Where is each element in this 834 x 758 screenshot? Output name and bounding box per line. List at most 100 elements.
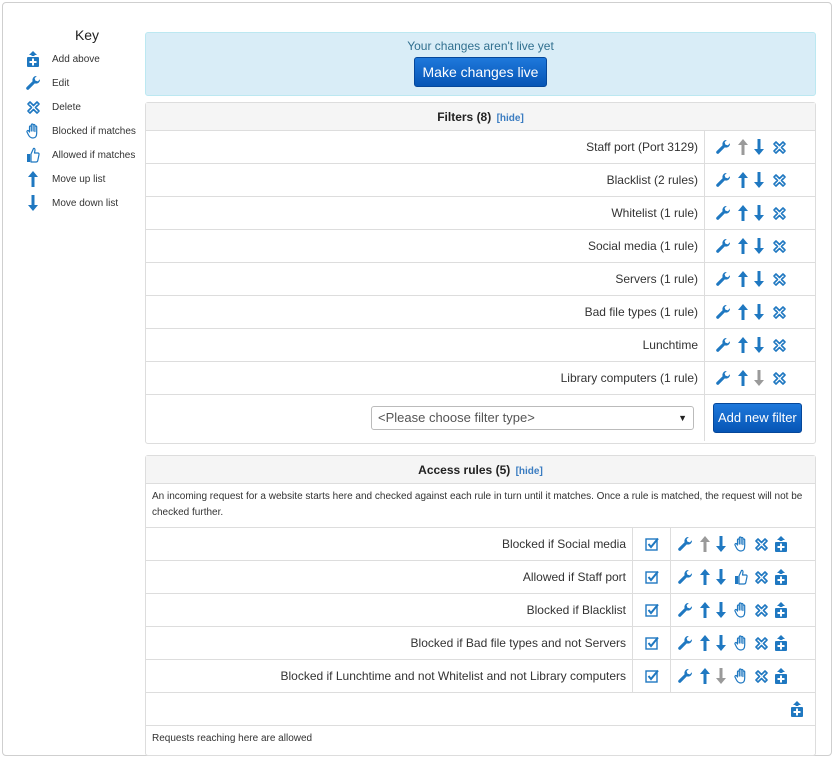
delete-rule-icon[interactable] bbox=[753, 668, 769, 684]
make-changes-live-button[interactable]: Make changes live bbox=[413, 57, 548, 87]
block-hand-stop-icon[interactable] bbox=[733, 668, 749, 684]
move-up-arrow-icon[interactable] bbox=[697, 635, 713, 651]
rule-enabled-checkbox-icon[interactable] bbox=[644, 569, 660, 585]
rule-row: Blocked if Blacklist bbox=[146, 594, 815, 627]
add-rule-row bbox=[146, 693, 815, 726]
key-title: Key bbox=[74, 27, 100, 43]
key-item-label: Delete bbox=[52, 101, 81, 113]
delete-rule-icon[interactable] bbox=[753, 635, 769, 651]
key-item: Add above bbox=[25, 47, 141, 71]
move-down-arrow-icon[interactable] bbox=[713, 569, 729, 585]
edit-rule-wrench-icon[interactable] bbox=[677, 602, 693, 618]
rule-enabled-cell bbox=[633, 528, 671, 560]
move-up-arrow-icon bbox=[697, 536, 713, 552]
filters-header: Filters (8) [hide] bbox=[146, 103, 815, 131]
delete-filter-icon[interactable] bbox=[771, 271, 787, 287]
edit-rule-wrench-icon[interactable] bbox=[677, 635, 693, 651]
move-down-arrow-icon[interactable] bbox=[751, 304, 767, 320]
edit-filter-wrench-icon[interactable] bbox=[715, 172, 731, 188]
move-down-arrow-icon[interactable] bbox=[751, 172, 767, 188]
add-above-icon[interactable] bbox=[773, 668, 789, 684]
move-down-arrow-icon[interactable] bbox=[751, 139, 767, 155]
move-down-arrow-icon bbox=[751, 370, 767, 386]
move-up-arrow-icon[interactable] bbox=[735, 304, 751, 320]
block-hand-stop-icon[interactable] bbox=[733, 536, 749, 552]
filters-hide-link[interactable]: [hide] bbox=[497, 113, 524, 124]
move-down-arrow-icon[interactable] bbox=[751, 337, 767, 353]
filter-row: Blacklist (2 rules) bbox=[146, 164, 815, 197]
filter-name: Lunchtime bbox=[146, 329, 705, 361]
move-down-arrow-icon[interactable] bbox=[713, 536, 729, 552]
add-above-icon[interactable] bbox=[773, 635, 789, 651]
alert-text: Your changes aren't live yet bbox=[407, 39, 554, 53]
hand-stop-icon bbox=[25, 123, 41, 139]
key-item-label: Add above bbox=[52, 53, 100, 65]
move-down-arrow-icon[interactable] bbox=[751, 271, 767, 287]
delete-filter-icon[interactable] bbox=[771, 370, 787, 386]
edit-rule-wrench-icon[interactable] bbox=[677, 569, 693, 585]
block-hand-stop-icon[interactable] bbox=[733, 602, 749, 618]
filters-title: Filters bbox=[437, 110, 474, 124]
edit-filter-wrench-icon[interactable] bbox=[715, 337, 731, 353]
move-down-arrow-icon[interactable] bbox=[713, 635, 729, 651]
key-item-label: Blocked if matches bbox=[52, 125, 136, 137]
move-up-arrow-icon[interactable] bbox=[697, 569, 713, 585]
rule-name: Blocked if Bad file types and not Server… bbox=[146, 627, 633, 659]
edit-filter-wrench-icon[interactable] bbox=[715, 205, 731, 221]
delete-rule-icon[interactable] bbox=[753, 569, 769, 585]
rule-enabled-checkbox-icon[interactable] bbox=[644, 668, 660, 684]
rule-enabled-checkbox-icon[interactable] bbox=[644, 536, 660, 552]
rule-enabled-checkbox-icon[interactable] bbox=[644, 602, 660, 618]
delete-icon bbox=[25, 99, 41, 115]
move-up-arrow-icon[interactable] bbox=[735, 271, 751, 287]
arrow-up-icon bbox=[25, 171, 41, 187]
key-item: Edit bbox=[25, 71, 141, 95]
filter-actions bbox=[705, 362, 815, 394]
move-up-arrow-icon[interactable] bbox=[697, 602, 713, 618]
edit-filter-wrench-icon[interactable] bbox=[715, 139, 731, 155]
edit-rule-wrench-icon[interactable] bbox=[677, 536, 693, 552]
allow-thumbs-up-icon[interactable] bbox=[733, 569, 749, 585]
move-up-arrow-icon[interactable] bbox=[735, 370, 751, 386]
edit-filter-wrench-icon[interactable] bbox=[715, 370, 731, 386]
edit-filter-wrench-icon[interactable] bbox=[715, 271, 731, 287]
access-rules-panel: Access rules (5) [hide] An incoming requ… bbox=[145, 455, 816, 756]
move-up-arrow-icon[interactable] bbox=[697, 668, 713, 684]
add-above-icon[interactable] bbox=[773, 602, 789, 618]
move-up-arrow-icon[interactable] bbox=[735, 172, 751, 188]
move-down-arrow-icon[interactable] bbox=[751, 205, 767, 221]
edit-filter-wrench-icon[interactable] bbox=[715, 304, 731, 320]
rule-actions bbox=[671, 594, 815, 626]
key-legend: Key Add above Edit Delete Blocked if mat… bbox=[25, 25, 141, 215]
delete-rule-icon[interactable] bbox=[753, 536, 769, 552]
filter-name: Social media (1 rule) bbox=[146, 230, 705, 262]
delete-filter-icon[interactable] bbox=[771, 172, 787, 188]
add-new-filter-button[interactable]: Add new filter bbox=[713, 403, 802, 433]
block-hand-stop-icon[interactable] bbox=[733, 635, 749, 651]
delete-rule-icon[interactable] bbox=[753, 602, 769, 618]
rule-enabled-cell bbox=[633, 660, 671, 692]
move-down-arrow-icon[interactable] bbox=[751, 238, 767, 254]
filter-type-select[interactable]: <Please choose filter type> ▼ bbox=[371, 406, 694, 430]
delete-filter-icon[interactable] bbox=[771, 304, 787, 320]
delete-filter-icon[interactable] bbox=[771, 205, 787, 221]
add-above-icon[interactable] bbox=[773, 536, 789, 552]
delete-filter-icon[interactable] bbox=[771, 337, 787, 353]
changes-alert: Your changes aren't live yet Make change… bbox=[145, 32, 816, 96]
rule-row: Blocked if Lunchtime and not Whitelist a… bbox=[146, 660, 815, 693]
rules-hide-link[interactable]: [hide] bbox=[516, 466, 543, 477]
filter-actions bbox=[705, 230, 815, 262]
edit-rule-wrench-icon[interactable] bbox=[677, 668, 693, 684]
edit-filter-wrench-icon[interactable] bbox=[715, 238, 731, 254]
move-down-arrow-icon[interactable] bbox=[713, 602, 729, 618]
add-above-icon[interactable] bbox=[789, 701, 805, 717]
move-down-arrow-icon bbox=[713, 668, 729, 684]
move-up-arrow-icon[interactable] bbox=[735, 205, 751, 221]
page-frame: Key Add above Edit Delete Blocked if mat… bbox=[2, 2, 832, 756]
move-up-arrow-icon[interactable] bbox=[735, 337, 751, 353]
delete-filter-icon[interactable] bbox=[771, 238, 787, 254]
add-above-icon[interactable] bbox=[773, 569, 789, 585]
move-up-arrow-icon[interactable] bbox=[735, 238, 751, 254]
delete-filter-icon[interactable] bbox=[771, 139, 787, 155]
rule-enabled-checkbox-icon[interactable] bbox=[644, 635, 660, 651]
